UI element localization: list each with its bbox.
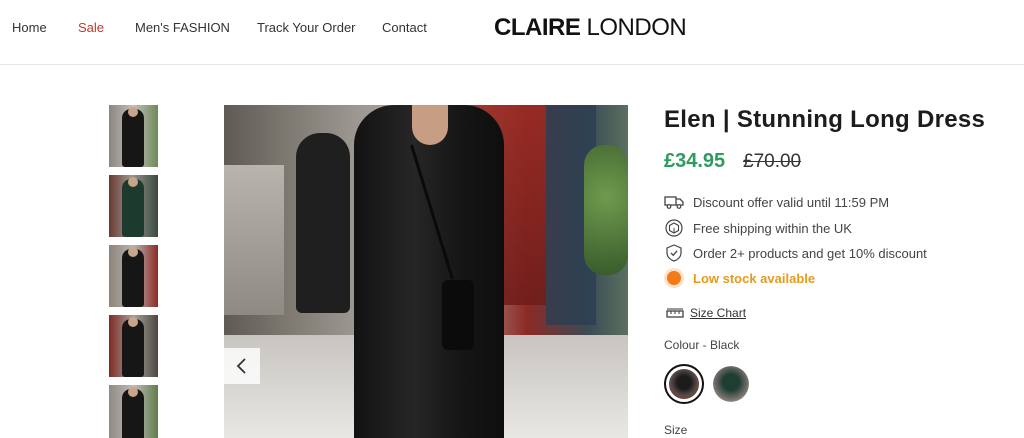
logo-part-1: CLAIRE xyxy=(494,14,581,41)
product-thumbnail-1[interactable] xyxy=(109,105,158,167)
feature-text: Free shipping within the UK xyxy=(693,220,852,236)
size-chart-link[interactable]: Size Chart xyxy=(666,306,746,320)
size-chart-label: Size Chart xyxy=(690,306,747,320)
ruler-icon xyxy=(666,308,684,318)
main-product-image[interactable] xyxy=(224,105,628,438)
feature-discount-offer: Discount offer valid until 11:59 PM xyxy=(664,192,889,212)
nav-home[interactable]: Home xyxy=(12,20,47,35)
package-icon xyxy=(664,218,684,238)
truck-icon xyxy=(664,192,684,212)
logo-part-2: LONDON xyxy=(586,14,687,41)
sale-price: £34.95 xyxy=(664,150,726,172)
nav-track-order[interactable]: Track Your Order xyxy=(257,20,356,35)
product-thumbnail-5[interactable] xyxy=(109,385,158,438)
size-label: Size xyxy=(664,423,688,437)
original-price: £70.00 xyxy=(743,151,802,172)
chevron-left-icon xyxy=(236,358,246,374)
colour-swatch-black[interactable] xyxy=(664,364,704,404)
shield-check-icon xyxy=(664,243,684,263)
nav-contact[interactable]: Contact xyxy=(382,20,427,35)
feature-multi-buy-discount: Order 2+ products and get 10% discount xyxy=(664,243,927,263)
colour-swatch-green[interactable] xyxy=(713,366,749,402)
product-thumbnail-2[interactable] xyxy=(109,175,158,237)
product-title: Elen | Stunning Long Dress xyxy=(664,106,986,133)
feature-low-stock: Low stock available xyxy=(664,268,815,288)
site-header: Home Sale Men's FASHION Track Your Order… xyxy=(0,0,1024,65)
brand-logo[interactable]: CLAIRE LONDON xyxy=(494,14,687,42)
colour-label: Colour - Black xyxy=(664,338,740,352)
product-thumbnail-3[interactable] xyxy=(109,245,158,307)
nav-mens-fashion[interactable]: Men's FASHION xyxy=(135,20,230,35)
product-thumbnail-4[interactable] xyxy=(109,315,158,377)
feature-free-shipping: Free shipping within the UK xyxy=(664,218,852,238)
feature-text: Low stock available xyxy=(693,270,816,286)
stock-dot-icon xyxy=(664,268,684,288)
nav-sale[interactable]: Sale xyxy=(78,20,104,35)
feature-text: Order 2+ products and get 10% discount xyxy=(693,245,927,261)
gallery-prev-button[interactable] xyxy=(224,348,260,384)
feature-text: Discount offer valid until 11:59 PM xyxy=(693,194,890,210)
